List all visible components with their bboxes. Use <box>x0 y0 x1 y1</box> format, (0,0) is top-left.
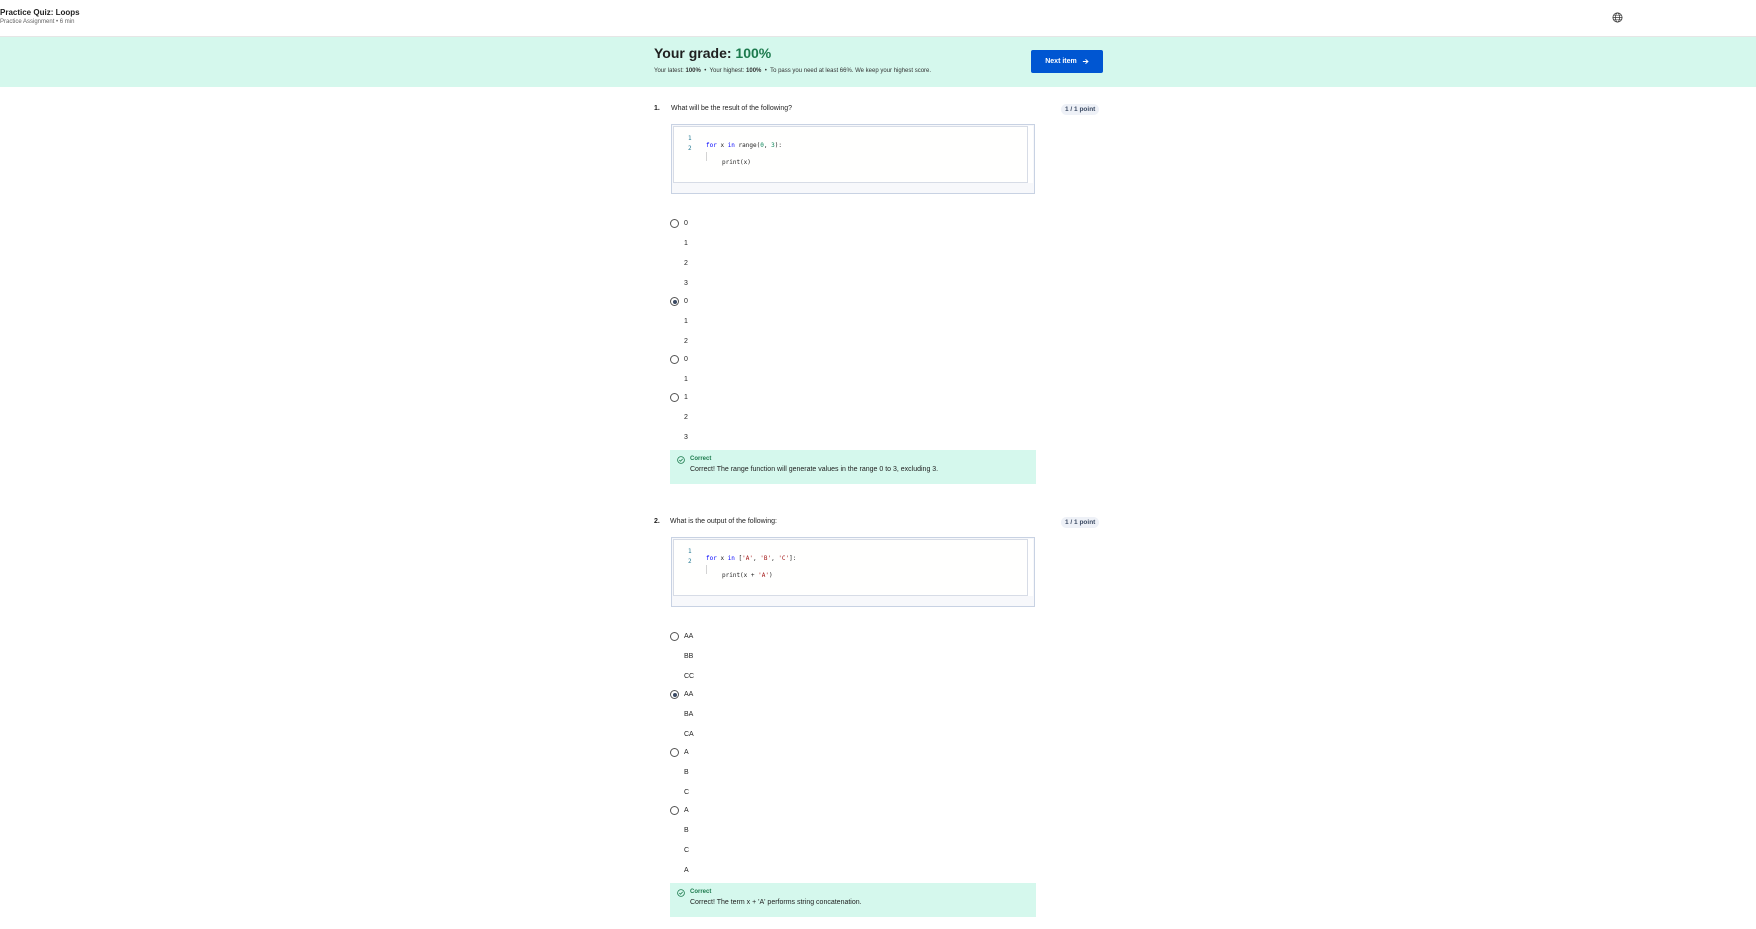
feedback-title: Correct <box>690 889 712 895</box>
code-token: for <box>706 555 717 562</box>
option-text: 1 <box>684 240 688 247</box>
code-token: , <box>763 142 772 149</box>
code-editor[interactable]: 1 for x in ['A', 'B', 'C']: 2 print(x + … <box>671 537 1035 607</box>
feedback-correct: Correct Correct! The range function will… <box>670 450 1036 484</box>
question-number: 1. <box>654 105 660 112</box>
code-token: range( <box>734 142 761 149</box>
code-line: 1 for x in range(0, 3): <box>674 128 782 149</box>
indent-guide <box>706 565 707 574</box>
code-line: 1 for x in ['A', 'B', 'C']: <box>674 541 796 562</box>
option-text: AA <box>684 691 694 698</box>
code-area[interactable]: 1 for x in range(0, 3): 2 print(x) <box>673 126 1028 183</box>
next-item-label: Next item <box>1045 58 1077 65</box>
quiz-subtitle: Practice Assignment • 6 min <box>0 19 75 25</box>
points-badge: 1 / 1 point <box>1061 517 1100 528</box>
next-item-button[interactable]: Next item <box>1031 50 1103 73</box>
pass-requirement: To pass you need at least 66%. We keep y… <box>770 68 932 74</box>
feedback-title: Correct <box>690 456 712 462</box>
code-token: x <box>716 555 728 562</box>
option-text: 3 <box>684 280 688 287</box>
code-token: print(x + <box>722 572 759 579</box>
radio-option-1[interactable] <box>670 219 679 228</box>
option-text: BA <box>684 711 694 718</box>
top-bar: Practice Quiz: Loops Practice Assignment… <box>0 0 1756 37</box>
option-text: BB <box>684 653 694 660</box>
option-text: C <box>684 789 690 796</box>
code-area[interactable]: 1 for x in ['A', 'B', 'C']: 2 print(x + … <box>673 539 1028 596</box>
option-text: CC <box>684 673 695 680</box>
option-text: 2 <box>684 414 688 421</box>
code-token: x <box>716 142 728 149</box>
question-text: What is the output of the following: <box>670 518 778 525</box>
latest-value: 100% <box>685 68 701 74</box>
radio-option-4[interactable] <box>670 806 679 815</box>
option-text: 0 <box>684 356 688 363</box>
feedback-correct: Correct Correct! The term x + 'A' perfor… <box>670 883 1036 917</box>
arrow-right-icon <box>1082 58 1089 65</box>
grade-value: 100% <box>735 45 772 61</box>
code-token: 'A' <box>742 555 753 562</box>
grade-label: Your grade: <box>654 45 732 61</box>
line-number: 2 <box>688 145 692 152</box>
code-token: ]: <box>789 555 797 562</box>
code-scrollbar[interactable] <box>1027 539 1033 596</box>
radio-option-2[interactable] <box>670 297 679 306</box>
option-text: A <box>684 867 689 874</box>
code-scrollbar[interactable] <box>1027 126 1033 183</box>
option-text: 2 <box>684 260 688 267</box>
radio-option-2[interactable] <box>670 690 679 699</box>
option-text: 1 <box>684 376 688 383</box>
latest-label: Your latest: <box>654 68 684 74</box>
line-number: 2 <box>688 558 692 565</box>
option-text: 2 <box>684 338 688 345</box>
highest-label: Your highest: <box>709 68 745 74</box>
code-token: in <box>727 142 735 149</box>
option-text: 1 <box>684 318 688 325</box>
grade-heading: Your grade: 100% <box>654 45 771 61</box>
code-token: ): <box>774 142 782 149</box>
feedback-text: Correct! The term x + 'A' performs strin… <box>690 899 862 906</box>
separator: • <box>704 68 707 74</box>
option-text: C <box>684 847 690 854</box>
indent-guide <box>706 152 707 161</box>
code-editor[interactable]: 1 for x in range(0, 3): 2 print(x) <box>671 124 1035 194</box>
code-line: 2 print(x) <box>674 138 751 166</box>
check-circle-icon <box>677 456 685 464</box>
option-text: B <box>684 827 689 834</box>
option-text: A <box>684 807 689 814</box>
option-text: 1 <box>684 394 688 401</box>
code-token: print(x) <box>722 159 751 166</box>
radio-option-3[interactable] <box>670 748 679 757</box>
code-line: 2 print(x + 'A') <box>674 551 773 579</box>
highest-value: 100% <box>746 68 762 74</box>
option-text: AA <box>684 633 694 640</box>
option-text: 3 <box>684 434 688 441</box>
quiz-title: Practice Quiz: Loops <box>0 8 80 17</box>
code-token: 'B' <box>760 555 772 562</box>
code-token: in <box>727 555 735 562</box>
code-token: 'A' <box>758 572 769 579</box>
option-text: 0 <box>684 298 688 305</box>
separator: • <box>764 68 767 74</box>
radio-option-3[interactable] <box>670 355 679 364</box>
option-text: CA <box>684 731 694 738</box>
option-text: B <box>684 769 689 776</box>
option-text: 0 <box>684 220 688 227</box>
check-circle-icon <box>677 889 685 897</box>
grade-details: Your latest: 100% • Your highest: 100% •… <box>654 68 931 74</box>
code-token: 'C' <box>778 555 790 562</box>
feedback-text: Correct! The range function will generat… <box>690 466 939 473</box>
points-badge: 1 / 1 point <box>1061 104 1100 115</box>
code-token: ) <box>768 572 773 579</box>
globe-icon[interactable] <box>1612 12 1623 23</box>
radio-option-1[interactable] <box>670 632 679 641</box>
code-token: for <box>706 142 717 149</box>
question-text: What will be the result of the following… <box>671 105 793 112</box>
option-text: A <box>684 749 689 756</box>
grade-banner: Your grade: 100% Your latest: 100% • You… <box>0 37 1756 87</box>
radio-option-4[interactable] <box>670 393 679 402</box>
question-number: 2. <box>654 518 660 525</box>
